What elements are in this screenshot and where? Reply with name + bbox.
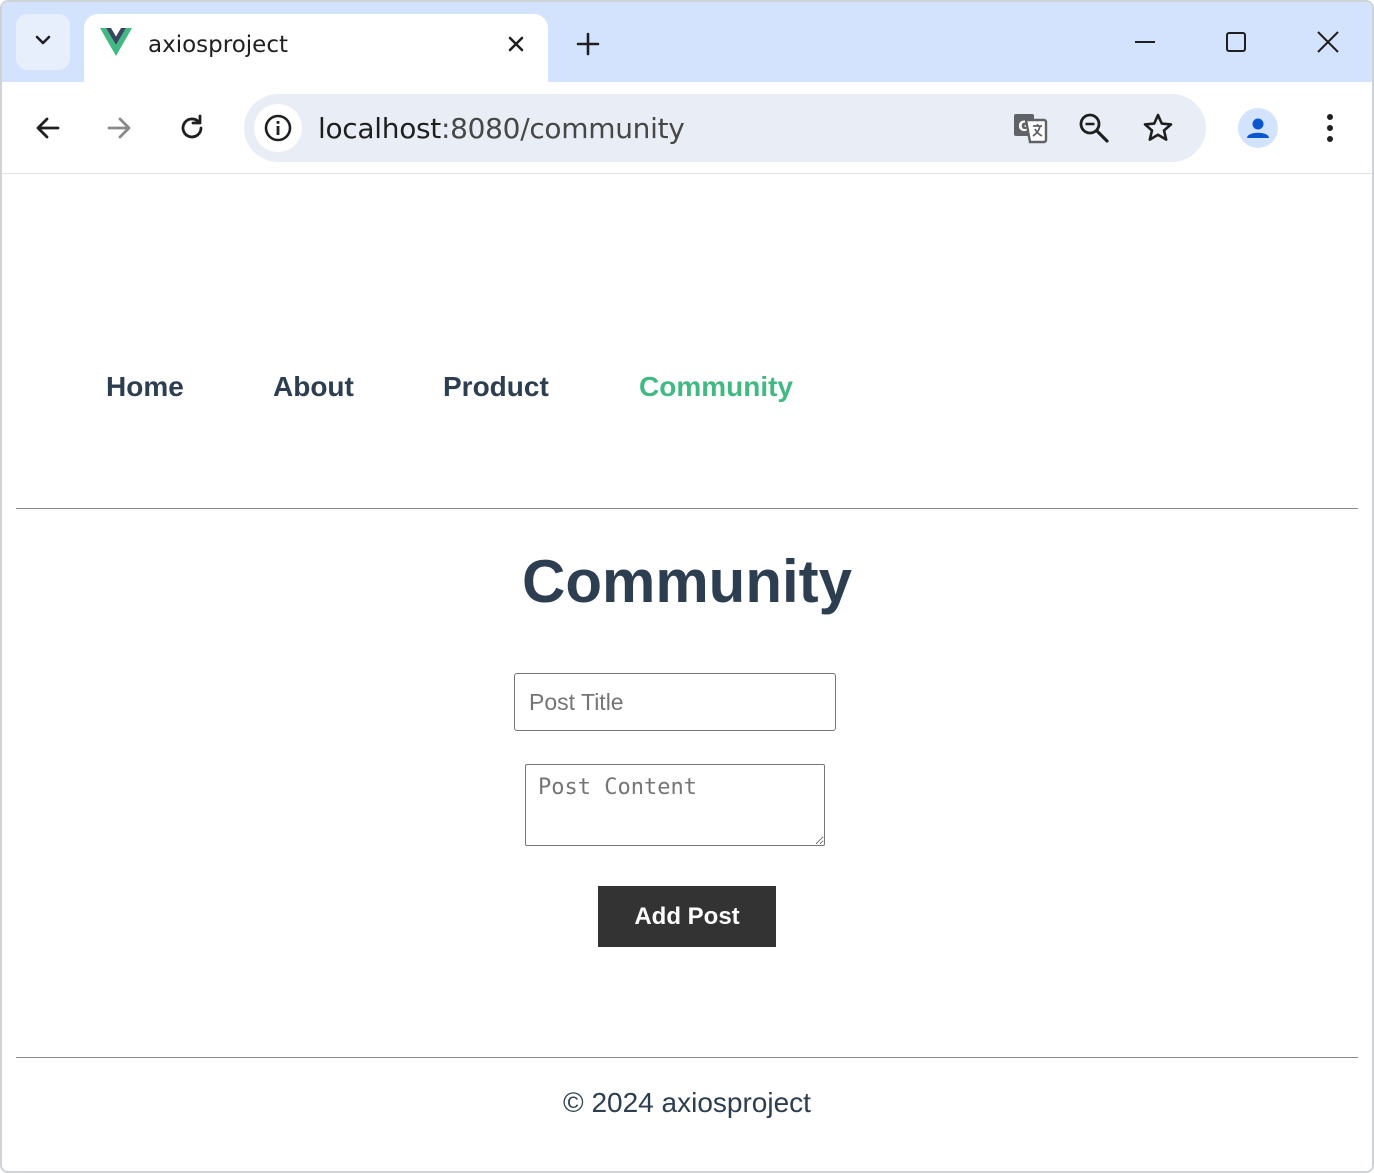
- profile-icon: [1247, 118, 1269, 138]
- browser-menu-button[interactable]: [1310, 108, 1350, 148]
- browser-tab[interactable]: axiosproject: [84, 14, 548, 84]
- zoom-button[interactable]: [1074, 108, 1114, 148]
- translate-button[interactable]: G: [1010, 108, 1050, 148]
- window-close-icon: [1317, 31, 1339, 53]
- site-info-button[interactable]: [254, 104, 302, 152]
- tab-title: axiosproject: [148, 32, 288, 58]
- star-icon: [1143, 113, 1173, 141]
- address-bar[interactable]: localhost:8080/community G: [244, 94, 1206, 162]
- post-content-textarea[interactable]: [525, 764, 825, 846]
- back-button[interactable]: [26, 106, 70, 150]
- nav-link-community[interactable]: Community: [639, 371, 793, 403]
- profile-button[interactable]: [1238, 108, 1278, 148]
- tab-search-icon: [32, 29, 54, 56]
- back-icon: [36, 117, 60, 139]
- translate-icon: G: [1014, 114, 1048, 144]
- more-menu-icon: [1327, 114, 1333, 142]
- window-close-button[interactable]: [1308, 22, 1348, 62]
- tab-search-button[interactable]: [16, 14, 70, 70]
- footer-divider: [16, 1057, 1358, 1058]
- zoom-icon: [1079, 113, 1109, 143]
- add-post-button[interactable]: Add Post: [598, 886, 776, 947]
- minimize-icon: [1135, 41, 1155, 43]
- close-tab-button[interactable]: [500, 28, 532, 60]
- info-icon: [264, 114, 292, 142]
- close-icon: [508, 36, 524, 52]
- nav-link-home[interactable]: Home: [106, 371, 184, 403]
- tab-strip: axiosproject: [2, 2, 1372, 84]
- url-host: localhost: [318, 112, 441, 145]
- browser-window: axiosproject localhost:8080/community G …: [0, 0, 1374, 1173]
- header-divider: [16, 508, 1358, 509]
- page-title: Community: [522, 548, 852, 615]
- minimize-button[interactable]: [1125, 22, 1165, 62]
- forward-button[interactable]: [97, 106, 141, 150]
- nav-link-about[interactable]: About: [273, 371, 354, 403]
- page-content: Home About Product Community Community A…: [2, 175, 1372, 1171]
- vue-logo-icon: [100, 28, 132, 56]
- plus-icon: [576, 32, 600, 56]
- footer-copyright: © 2024 axiosproject: [563, 1087, 811, 1118]
- nav-link-product[interactable]: Product: [443, 371, 549, 403]
- bookmark-button[interactable]: [1138, 108, 1178, 148]
- post-title-input[interactable]: [514, 673, 836, 731]
- forward-icon: [107, 117, 131, 139]
- browser-toolbar: localhost:8080/community G: [2, 82, 1372, 174]
- url-text[interactable]: localhost:8080/community: [318, 112, 685, 145]
- maximize-button[interactable]: [1216, 22, 1256, 62]
- reload-icon: [181, 114, 203, 139]
- main-nav: Home About Product Community: [2, 175, 1372, 509]
- maximize-icon: [1226, 32, 1246, 52]
- reload-button[interactable]: [170, 106, 214, 150]
- url-path: :8080/community: [441, 112, 685, 145]
- new-tab-button[interactable]: [568, 24, 608, 64]
